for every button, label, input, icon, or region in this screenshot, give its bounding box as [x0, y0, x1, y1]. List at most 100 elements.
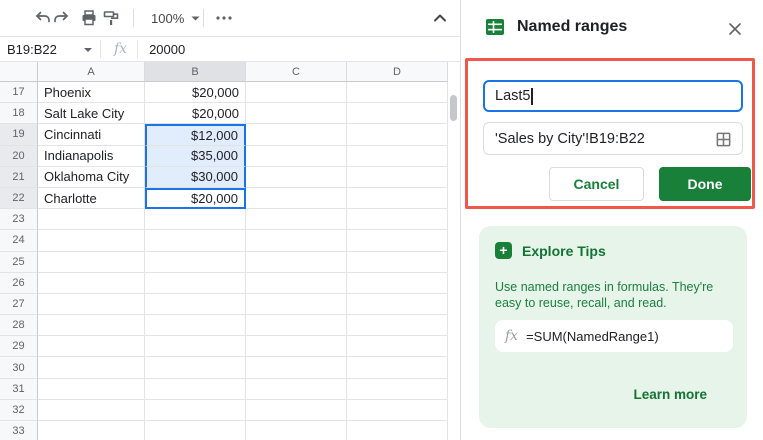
redo-button[interactable]	[49, 6, 73, 30]
cell-C31[interactable]	[246, 379, 347, 400]
cell-C24[interactable]	[246, 230, 347, 251]
cell-C20[interactable]	[246, 146, 347, 167]
cell-B21[interactable]: $30,000	[145, 167, 246, 188]
cell-D24[interactable]	[347, 230, 448, 251]
cell-A26[interactable]	[38, 273, 145, 294]
cell-B27[interactable]	[145, 294, 246, 315]
learn-more-link[interactable]: Learn more	[633, 387, 707, 402]
cell-B18[interactable]: $20,000	[145, 103, 246, 124]
cell-B24[interactable]	[145, 230, 246, 251]
row-header-32[interactable]: 32	[0, 400, 38, 421]
row-header-31[interactable]: 31	[0, 379, 38, 400]
cell-D32[interactable]	[347, 400, 448, 421]
cell-B26[interactable]	[145, 273, 246, 294]
cell-C25[interactable]	[246, 252, 347, 273]
name-box[interactable]: B19:B22	[0, 37, 100, 61]
more-options-button[interactable]	[212, 6, 236, 30]
cell-B28[interactable]	[145, 315, 246, 336]
print-button[interactable]	[77, 6, 101, 30]
cell-C18[interactable]	[246, 103, 347, 124]
row-header-19[interactable]: 19	[0, 124, 38, 145]
cell-A22[interactable]: Charlotte	[38, 188, 145, 209]
cell-A19[interactable]: Cincinnati	[38, 124, 145, 145]
range-name-input[interactable]: Last5	[483, 80, 743, 112]
column-header-D[interactable]: D	[347, 62, 448, 82]
row-header-23[interactable]: 23	[0, 209, 38, 230]
cell-B19[interactable]: $12,000	[145, 124, 246, 145]
cell-A30[interactable]	[38, 357, 145, 378]
cell-C22[interactable]	[246, 188, 347, 209]
cell-B31[interactable]	[145, 379, 246, 400]
cell-B33[interactable]	[145, 421, 246, 440]
cell-D21[interactable]	[347, 167, 448, 188]
cell-C27[interactable]	[246, 294, 347, 315]
cell-D20[interactable]	[347, 146, 448, 167]
cell-C28[interactable]	[246, 315, 347, 336]
cell-B17[interactable]: $20,000	[145, 82, 246, 103]
cell-A21[interactable]: Oklahoma City	[38, 167, 145, 188]
cell-C26[interactable]	[246, 273, 347, 294]
cell-D29[interactable]	[347, 336, 448, 357]
cell-B23[interactable]	[145, 209, 246, 230]
cell-A18[interactable]: Salt Lake City	[38, 103, 145, 124]
column-header-A[interactable]: A	[38, 62, 145, 82]
zoom-control[interactable]: 100%	[143, 6, 208, 30]
row-header-24[interactable]: 24	[0, 230, 38, 251]
cell-A23[interactable]	[38, 209, 145, 230]
cell-D18[interactable]	[347, 103, 448, 124]
grid-corner[interactable]	[0, 62, 38, 82]
row-header-22[interactable]: 22	[0, 188, 38, 209]
row-header-18[interactable]: 18	[0, 103, 38, 124]
cell-B25[interactable]	[145, 252, 246, 273]
cell-B29[interactable]	[145, 336, 246, 357]
row-header-25[interactable]: 25	[0, 252, 38, 273]
range-reference-input[interactable]: 'Sales by City'!B19:B22	[483, 122, 743, 155]
cell-D28[interactable]	[347, 315, 448, 336]
cell-D23[interactable]	[347, 209, 448, 230]
cancel-button[interactable]: Cancel	[549, 167, 644, 201]
column-header-C[interactable]: C	[246, 62, 347, 82]
cell-A17[interactable]: Phoenix	[38, 82, 145, 103]
cell-D27[interactable]	[347, 294, 448, 315]
vertical-scrollbar[interactable]	[450, 95, 457, 121]
cell-A32[interactable]	[38, 400, 145, 421]
row-header-21[interactable]: 21	[0, 167, 38, 188]
cell-B32[interactable]	[145, 400, 246, 421]
collapse-toolbar-button[interactable]	[428, 6, 452, 30]
cell-D22[interactable]	[347, 188, 448, 209]
row-header-17[interactable]: 17	[0, 82, 38, 103]
row-header-27[interactable]: 27	[0, 294, 38, 315]
cell-A25[interactable]	[38, 252, 145, 273]
cell-D33[interactable]	[347, 421, 448, 440]
cell-D17[interactable]	[347, 82, 448, 103]
cell-C19[interactable]	[246, 124, 347, 145]
cell-D25[interactable]	[347, 252, 448, 273]
select-data-range-icon[interactable]	[715, 131, 732, 148]
cell-A28[interactable]	[38, 315, 145, 336]
cell-C29[interactable]	[246, 336, 347, 357]
close-panel-button[interactable]	[725, 19, 745, 39]
cell-C21[interactable]	[246, 167, 347, 188]
cell-D26[interactable]	[347, 273, 448, 294]
row-header-26[interactable]: 26	[0, 273, 38, 294]
cell-A20[interactable]: Indianapolis	[38, 146, 145, 167]
row-header-30[interactable]: 30	[0, 357, 38, 378]
cell-C33[interactable]	[246, 421, 347, 440]
cell-A29[interactable]	[38, 336, 145, 357]
cell-C17[interactable]	[246, 82, 347, 103]
cell-B22[interactable]: $20,000	[145, 188, 246, 209]
row-header-29[interactable]: 29	[0, 336, 38, 357]
cell-C32[interactable]	[246, 400, 347, 421]
column-header-B[interactable]: B	[145, 62, 246, 82]
cell-D31[interactable]	[347, 379, 448, 400]
cell-C30[interactable]	[246, 357, 347, 378]
done-button[interactable]: Done	[659, 167, 751, 201]
row-header-33[interactable]: 33	[0, 421, 38, 440]
cell-D30[interactable]	[347, 357, 448, 378]
cell-A33[interactable]	[38, 421, 145, 440]
paint-format-button[interactable]	[99, 6, 123, 30]
cell-D19[interactable]	[347, 124, 448, 145]
formula-bar-value[interactable]: 20000	[149, 42, 185, 57]
cell-B30[interactable]	[145, 357, 246, 378]
cell-A31[interactable]	[38, 379, 145, 400]
